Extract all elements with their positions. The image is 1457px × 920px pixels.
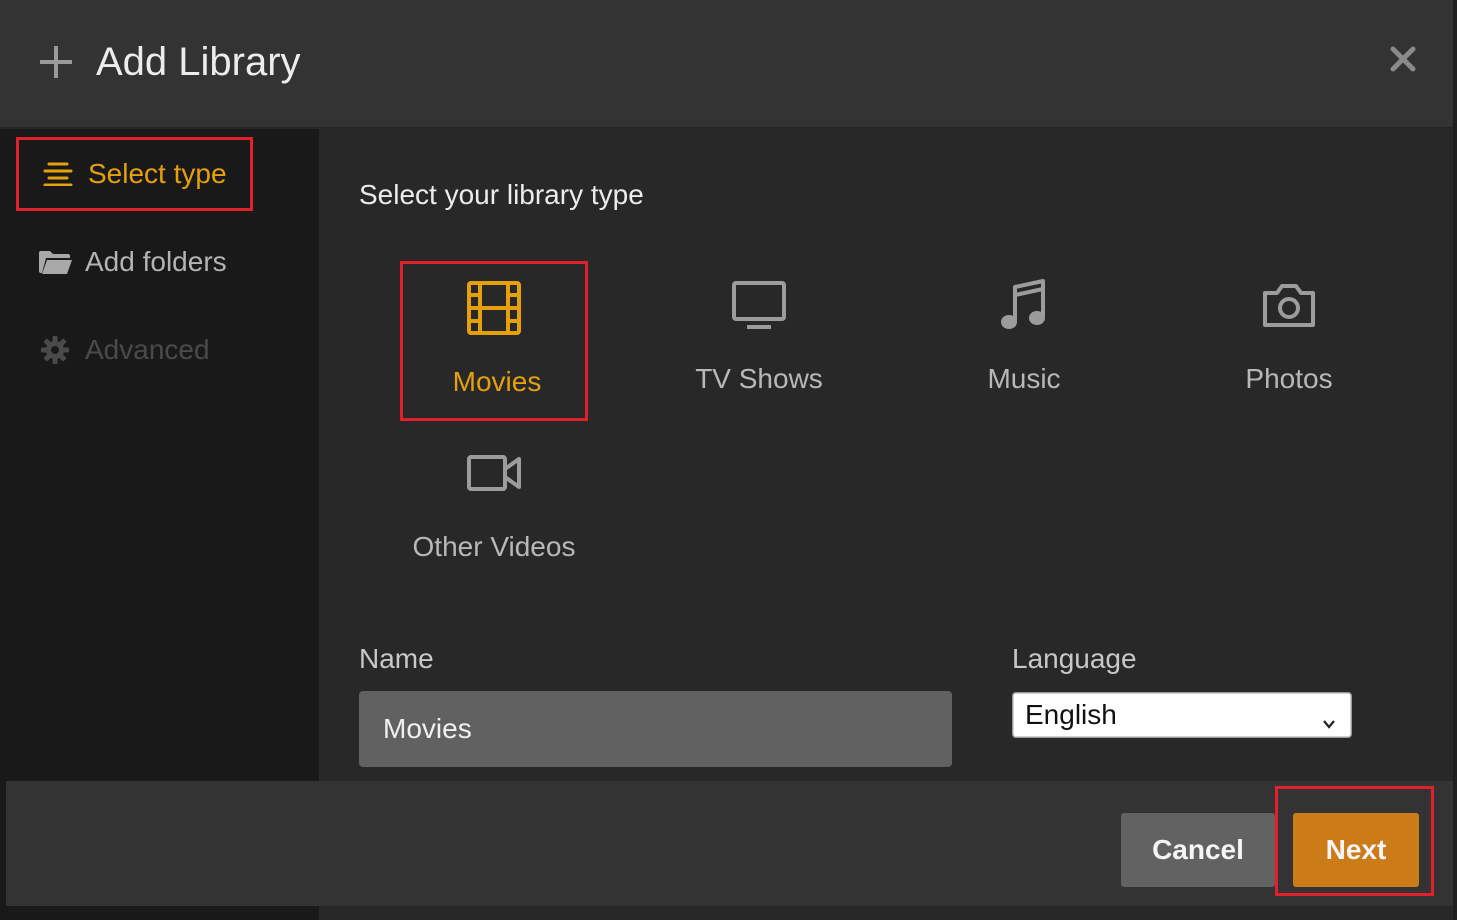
type-label: Photos (1245, 363, 1333, 394)
type-tile-tv-shows[interactable]: TV Shows (665, 261, 853, 421)
video-camera-icon (400, 445, 588, 505)
type-label: Music (987, 363, 1061, 394)
close-icon[interactable] (1386, 42, 1420, 76)
type-tile-movies[interactable]: Movies (400, 261, 588, 421)
type-tile-music[interactable]: Music (930, 261, 1118, 421)
sidebar-item-label: Select type (88, 158, 227, 189)
list-icon (41, 159, 75, 189)
sidebar-item-label: Add folders (85, 246, 227, 277)
name-label: Name (359, 643, 434, 674)
sidebar-item-advanced: Advanced (16, 313, 210, 387)
music-note-icon (930, 277, 1118, 337)
dialog-footer: Cancel Next (6, 781, 1453, 906)
section-heading: Select your library type (359, 179, 644, 210)
tv-icon (665, 277, 853, 337)
type-tile-photos[interactable]: Photos (1195, 261, 1383, 421)
type-label: TV Shows (695, 363, 823, 394)
dialog-title: Add Library (96, 40, 301, 84)
cancel-button[interactable]: Cancel (1121, 813, 1275, 887)
folder-icon (38, 247, 72, 277)
chevron-down-icon (1321, 707, 1337, 729)
language-select[interactable]: English (1012, 692, 1352, 738)
language-selected-value: English (1025, 699, 1117, 730)
next-button[interactable]: Next (1293, 813, 1419, 887)
select-type-panel: Select your library type Movies TV Shows… (319, 129, 1453, 780)
type-label: Other Videos (412, 531, 576, 562)
library-name-input[interactable] (359, 691, 952, 767)
dialog-header: Add Library (0, 0, 1453, 128)
type-tile-other-videos[interactable]: Other Videos (400, 429, 588, 589)
camera-icon (1195, 277, 1383, 337)
plus-icon (40, 46, 72, 78)
sidebar-item-add-folders[interactable]: Add folders (16, 225, 227, 299)
language-label: Language (1012, 643, 1137, 674)
sidebar-item-label: Advanced (85, 334, 210, 365)
film-icon (403, 280, 585, 340)
gear-icon (38, 335, 72, 365)
sidebar-item-select-type[interactable]: Select type (16, 137, 253, 211)
add-library-dialog: Add Library Select type Add folders Adva… (0, 0, 1453, 920)
